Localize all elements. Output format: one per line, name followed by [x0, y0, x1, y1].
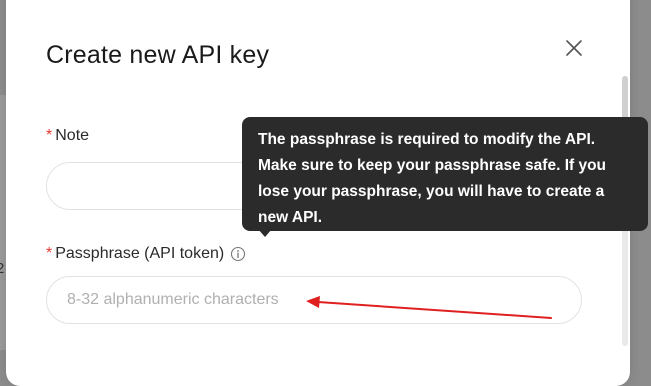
tooltip-line: Make sure to keep your passphrase safe. … — [258, 157, 607, 174]
info-icon[interactable] — [230, 246, 246, 262]
tooltip-line: lose your passphrase, you will have to c… — [258, 183, 605, 200]
required-marker: * — [46, 245, 53, 262]
note-label: * Note — [46, 127, 89, 145]
modal-title: Create new API key — [46, 41, 270, 69]
tooltip-line: new API. — [258, 209, 323, 226]
close-button[interactable] — [562, 36, 586, 60]
tooltip-arrow — [258, 229, 272, 237]
passphrase-label: * Passphrase (API token) — [46, 245, 246, 263]
close-icon — [566, 40, 582, 56]
passphrase-tooltip: The passphrase is required to modify the… — [242, 117, 648, 231]
backdrop-text: 2 — [0, 260, 5, 277]
passphrase-label-text: Passphrase (API token) — [55, 245, 225, 262]
note-label-text: Note — [55, 127, 90, 144]
tooltip-line: The passphrase is required to modify the… — [258, 131, 596, 148]
required-marker: * — [46, 127, 53, 144]
passphrase-input[interactable] — [46, 276, 582, 324]
